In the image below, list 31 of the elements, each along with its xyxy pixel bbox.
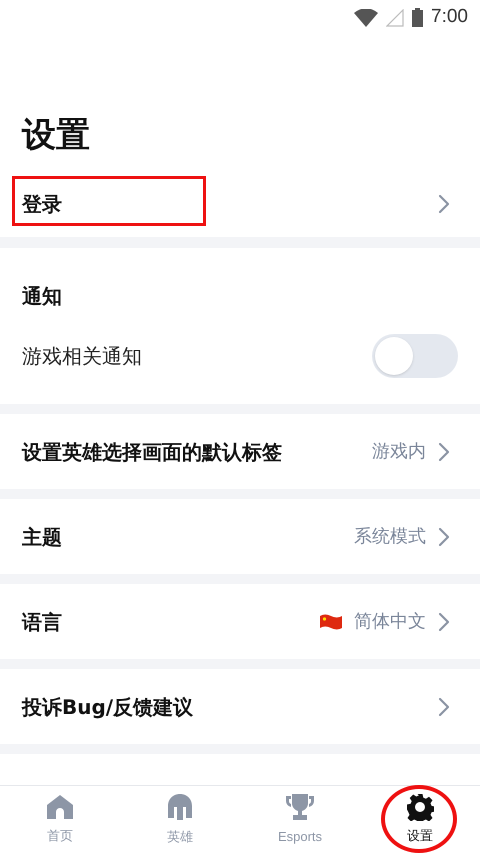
home-icon bbox=[46, 794, 74, 820]
setting-label: 主题 bbox=[22, 524, 62, 550]
settings-row[interactable]: 投诉Bug/反馈建议 bbox=[0, 669, 480, 744]
chevron-icon bbox=[438, 612, 450, 632]
setting-label: 语言 bbox=[22, 608, 62, 636]
setting-label: 投诉Bug/反馈建议 bbox=[22, 694, 194, 720]
settings-row[interactable]: 主题 系统模式 bbox=[0, 499, 480, 574]
toggle-switch[interactable] bbox=[372, 334, 458, 378]
setting-value: 简体中文 bbox=[354, 610, 426, 634]
chevron-icon bbox=[438, 696, 450, 716]
battery-icon bbox=[412, 8, 424, 27]
chevron-icon bbox=[438, 442, 450, 462]
settings-icon bbox=[406, 792, 434, 821]
chevron-icon bbox=[438, 194, 450, 214]
settings-row[interactable]: 语言 简体中文 bbox=[0, 584, 480, 659]
page-title: 设置 bbox=[22, 118, 90, 152]
setting-label: 设置英雄选择画面的默认标签 bbox=[22, 438, 282, 466]
section-header: 通知 bbox=[22, 283, 62, 310]
setting-value: 游戏内 bbox=[372, 440, 426, 464]
nav-tab[interactable]: 设置 bbox=[360, 786, 480, 853]
chevron-icon bbox=[438, 526, 450, 546]
status-time: 7:00 bbox=[431, 5, 468, 30]
setting-label: 游戏相关通知 bbox=[22, 343, 142, 370]
trophy-icon bbox=[285, 792, 315, 821]
wifi-icon bbox=[354, 8, 378, 26]
setting-label: 登录 bbox=[22, 190, 62, 218]
setting-value: 系统模式 bbox=[354, 525, 426, 549]
settings-row[interactable]: 设置英雄选择画面的默认标签 游戏内 bbox=[0, 414, 480, 489]
signal-icon bbox=[386, 8, 404, 26]
helmet-icon bbox=[167, 792, 193, 821]
settings-row[interactable]: 登录 bbox=[0, 170, 480, 237]
